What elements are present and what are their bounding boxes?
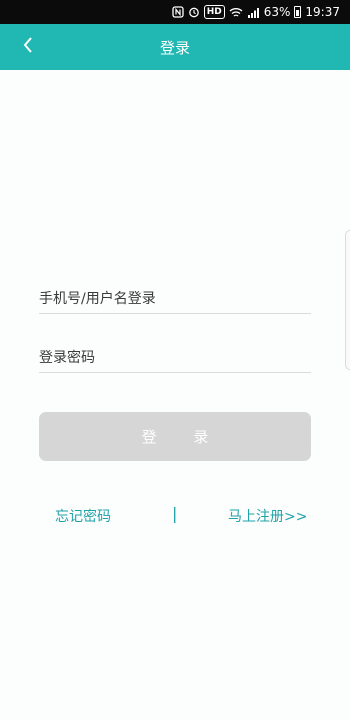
hd-badge: HD xyxy=(203,5,225,19)
clock: 19:37 xyxy=(305,5,340,19)
password-input[interactable] xyxy=(39,343,311,372)
nfc-icon xyxy=(172,5,184,19)
register-link[interactable]: 马上注册>> xyxy=(228,506,307,526)
username-input[interactable] xyxy=(39,284,311,313)
password-field xyxy=(39,343,311,373)
edge-panel-handle[interactable] xyxy=(345,230,350,370)
username-field xyxy=(39,284,311,314)
wifi-icon xyxy=(229,5,243,19)
chevron-left-icon xyxy=(22,36,34,58)
battery-icon xyxy=(294,6,302,18)
login-form-area: 登 录 忘记密码 | 马上注册>> xyxy=(0,70,350,720)
link-divider: | xyxy=(172,504,178,523)
app-bar: 登录 xyxy=(0,24,350,70)
page-title: 登录 xyxy=(159,38,190,57)
signal-icon xyxy=(247,5,260,19)
back-button[interactable] xyxy=(10,24,46,70)
login-button[interactable]: 登 录 xyxy=(39,412,311,461)
alarm-icon xyxy=(188,5,200,19)
status-bar: HD 63% 19:37 xyxy=(0,0,350,24)
battery-percent: 63% xyxy=(263,5,291,19)
forgot-password-link[interactable]: 忘记密码 xyxy=(55,506,111,526)
